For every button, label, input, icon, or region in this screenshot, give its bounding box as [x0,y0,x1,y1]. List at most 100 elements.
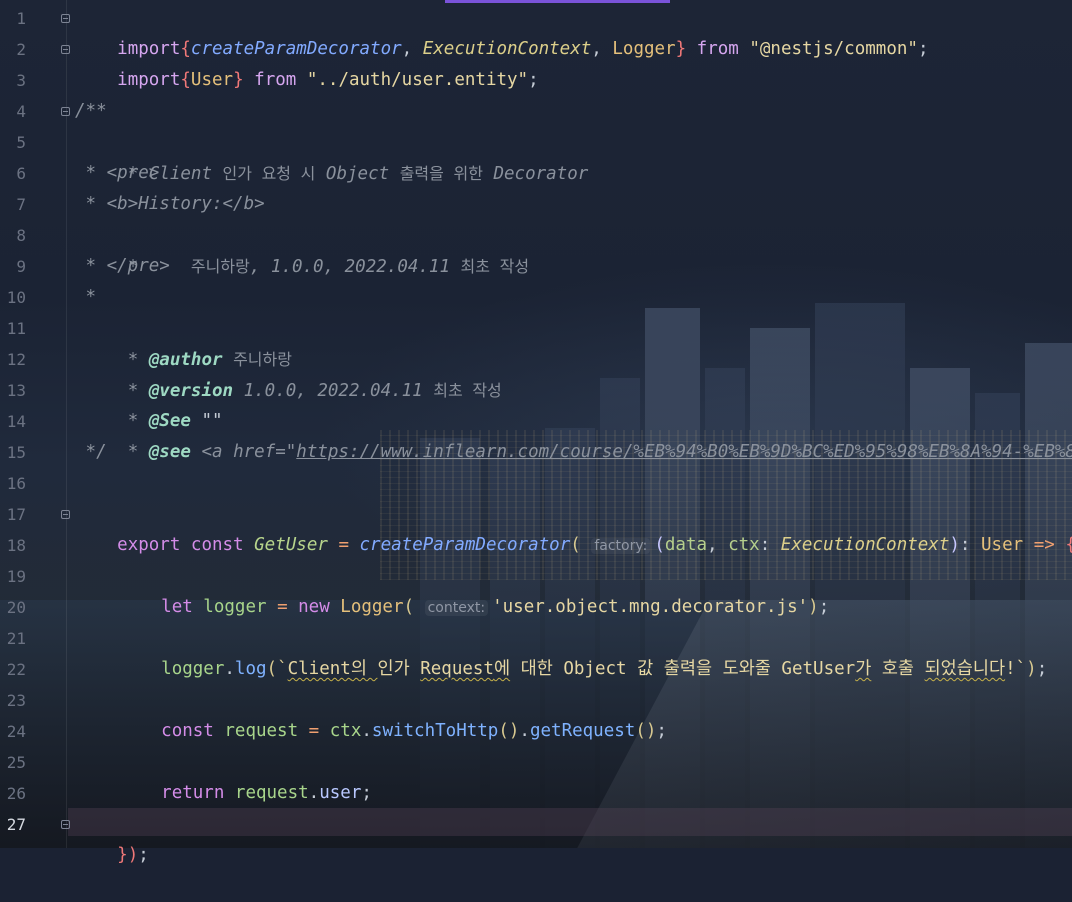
code-line-25[interactable]: return request.user; [119,747,372,803]
code-line-5[interactable]: * Client 인가 요청 시 Object 출력을 위한 Decorator [75,127,589,184]
code-line-4[interactable]: /** [75,96,107,127]
keyword: from [243,70,307,90]
punctuation: ; [917,39,929,59]
comment: 출력을 위한 [399,164,483,183]
keyword: return [161,783,225,803]
fold-marker-icon[interactable] [61,45,70,54]
comment: 인가 요청 시 [222,164,316,183]
line-number: 14 [6,412,26,431]
punctuation: , [591,39,613,59]
operator: = [266,597,299,617]
punctuation: . [224,659,235,679]
code-line-11[interactable]: * @author 주니하랑 [75,313,292,370]
code-line-19[interactable]: let logger = new Logger( context:'user.o… [119,561,829,617]
doc-tag: @see [148,442,191,462]
keyword: from [686,39,750,59]
parameter-hint: factory: [591,538,651,554]
fold-marker-icon[interactable] [61,14,70,23]
code-line-2[interactable]: import{User} from "../auth/user.entity"; [75,34,539,90]
code-line-6[interactable]: * <pre> [75,158,160,189]
identifier: User [190,70,234,90]
identifier: data [664,535,708,555]
keyword: const [161,721,214,741]
operator: = [298,721,330,741]
code-line-10[interactable]: * [75,282,97,313]
punctuation: ; [656,721,667,741]
comment: <a href=" [190,442,297,462]
paren: ( [654,535,665,555]
brace: } [675,39,687,59]
identifier: logger [161,659,225,679]
line-number: 19 [6,567,26,586]
template-string: 인가 [377,659,410,679]
code-line-7[interactable]: * <b>History:</b> [75,189,265,220]
line-number: 26 [6,784,26,803]
code-line-27[interactable]: }); [75,809,149,865]
brace: } [233,70,244,90]
template-string: 에 [493,659,511,679]
comment: 1.0.0, 2022.04.11 [233,381,434,401]
fold-marker-icon[interactable] [61,510,70,519]
string: "@nestjs/common" [749,39,918,59]
identifier: ExecutionContext [780,535,950,555]
punctuation: ; [361,783,372,803]
code-line-14[interactable]: * @see <a href="https://www.inflearn.com… [75,406,1072,462]
line-number: 24 [6,722,26,741]
operator: => [1023,535,1066,555]
punctuation: : [759,535,781,555]
code-line-15[interactable]: */ [75,437,107,468]
line-number: 1 [16,9,26,28]
function-name: log [234,659,267,679]
keyword: import [117,70,181,90]
string: "../auth/user.entity" [306,70,529,90]
line-number: 7 [16,195,26,214]
operator: = [327,535,360,555]
keyword: export [117,535,181,555]
current-line-highlight [68,808,1072,836]
line-number: 21 [6,629,26,648]
code-line-23[interactable]: const request = ctx.switchToHttp().getRe… [119,685,667,741]
line-number: 25 [6,753,26,772]
paren: ) [808,597,819,617]
brace: { [1065,535,1072,555]
keyword: const [180,535,255,555]
code-line-13[interactable]: * @See "" [75,375,223,431]
line-number-gutter[interactable]: 1 2 3 4 5 6 7 8 9 10 11 12 13 14 15 16 1… [0,0,70,848]
template-string: Request [420,659,494,679]
comment: Object [315,164,400,184]
identifier: ctx [728,535,760,555]
line-number: 5 [16,133,26,152]
line-number: 9 [16,257,26,276]
template-string [410,659,421,679]
identifier: Logger [329,597,404,617]
line-number: 6 [16,164,26,183]
line-number: 3 [16,71,26,90]
template-string: 호출 [871,659,925,679]
paren: ) [1026,659,1037,679]
line-number: 20 [6,598,26,617]
comment: * [117,442,149,462]
code-line-8[interactable]: * 주니하랑, 1.0.0, 2022.04.11 최초 작성 [75,220,529,277]
identifier: logger [192,597,267,617]
code-line-21[interactable]: logger.log(`Client의 인가 Request에 대한 Objec… [119,623,1047,679]
template-string: 대한 Object 값 출력을 도와줄 GetUser [510,659,856,679]
comment-link[interactable]: https://www.inflearn.com/course/%EB%94%B… [296,442,1072,462]
paren: (` [266,659,288,679]
fold-marker-icon[interactable] [61,107,70,116]
template-string: 의 [350,659,378,679]
identifier: GetUser [254,535,328,555]
line-number: 8 [16,226,26,245]
keyword: let [161,597,193,617]
code-line-12[interactable]: * @version 1.0.0, 2022.04.11 최초 작성 [75,344,502,401]
comment: 최초 작성 [460,257,530,276]
code-line-1[interactable]: import{createParamDecorator, ExecutionCo… [75,3,928,59]
punctuation: . [361,721,372,741]
code-line-17[interactable]: export const GetUser = createParamDecora… [75,499,1072,555]
template-string: !` [1005,659,1027,679]
comment: 최초 작성 [433,381,502,400]
identifier: request [213,721,299,741]
line-number: 23 [6,691,26,710]
fold-marker-icon[interactable] [61,820,70,829]
code-line-9[interactable]: * </pre> [75,251,170,282]
line-number: 17 [6,505,26,524]
